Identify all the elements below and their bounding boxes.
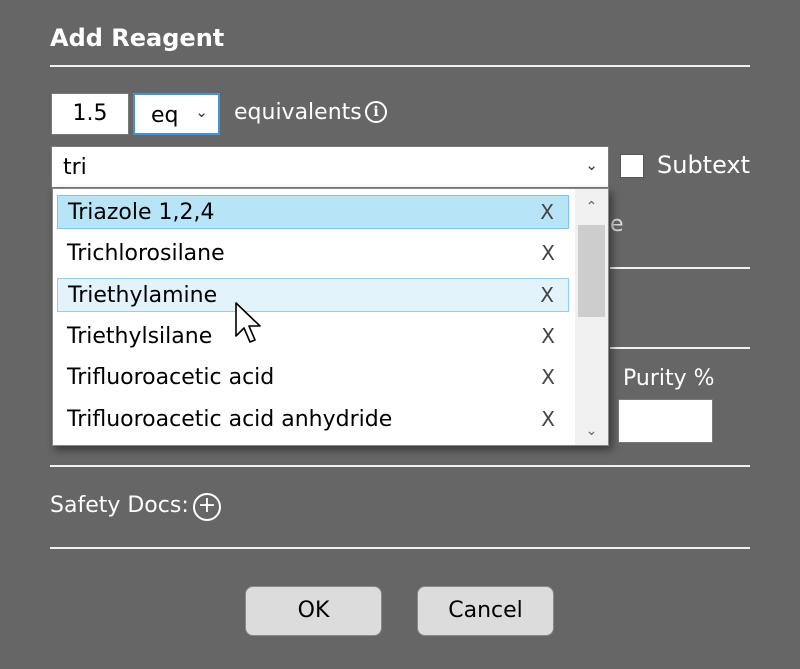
reagent-dropdown-list[interactable]: Triazole 1,2,4 X Trichlorosilane X Triet… xyxy=(52,188,609,446)
chevron-down-icon[interactable]: ⌄ xyxy=(585,156,598,174)
close-icon[interactable]: X xyxy=(540,283,554,307)
equivalents-label: equivalents xyxy=(234,100,362,125)
mouse-cursor-icon xyxy=(235,302,261,343)
equivalents-input[interactable]: 1.5 xyxy=(51,93,129,135)
purity-input[interactable] xyxy=(618,399,713,443)
info-icon[interactable]: i xyxy=(365,101,387,123)
chevron-down-icon[interactable]: ⌄ xyxy=(575,423,608,439)
purity-label: Purity % xyxy=(623,366,715,391)
reagent-search-value: tri xyxy=(63,155,87,180)
close-icon[interactable]: X xyxy=(540,200,554,224)
ok-button[interactable]: OK xyxy=(245,586,382,636)
divider xyxy=(50,547,750,549)
obscured-text: e xyxy=(610,212,624,237)
dropdown-scrollbar[interactable]: ⌃ ⌄ xyxy=(575,189,608,445)
dropdown-option[interactable]: Trifluoroacetic acid anhydride X xyxy=(57,403,569,437)
unit-select[interactable]: eq ⌄ xyxy=(133,93,220,135)
divider xyxy=(610,347,750,349)
option-label: Triethylamine xyxy=(68,283,218,308)
chevron-down-icon: ⌄ xyxy=(195,103,208,121)
close-icon[interactable]: X xyxy=(541,241,555,265)
option-label: Trifluoroacetic acid anhydride xyxy=(67,407,393,432)
option-label: Trifluoroacetic acid xyxy=(67,365,275,390)
divider xyxy=(610,267,750,269)
cancel-button[interactable]: Cancel xyxy=(417,586,554,636)
option-label: Triazole 1,2,4 xyxy=(68,200,215,225)
dropdown-option[interactable]: Triethylsilane X xyxy=(57,320,569,354)
option-label: Trichlorosilane xyxy=(67,241,225,266)
close-icon[interactable]: X xyxy=(541,324,555,348)
scroll-thumb[interactable] xyxy=(578,225,605,317)
unit-select-value: eq xyxy=(151,103,179,128)
dropdown-option[interactable]: Trichlorosilane X xyxy=(57,237,569,271)
safety-docs-label: Safety Docs: xyxy=(50,493,189,518)
subtext-label[interactable]: Subtext xyxy=(657,151,750,179)
close-icon[interactable]: X xyxy=(541,365,555,389)
reagent-search-combobox[interactable]: tri ⌄ xyxy=(51,146,609,188)
dropdown-option[interactable]: Triazole 1,2,4 X xyxy=(57,195,569,229)
chevron-up-icon[interactable]: ⌃ xyxy=(575,199,608,215)
close-icon[interactable]: X xyxy=(541,407,555,431)
option-label: Triethylsilane xyxy=(67,324,213,349)
dialog-title: Add Reagent xyxy=(50,24,225,52)
divider xyxy=(50,465,750,467)
plus-circle-icon[interactable]: + xyxy=(193,493,221,521)
divider xyxy=(50,65,750,67)
subtext-checkbox[interactable] xyxy=(620,154,644,178)
dropdown-option[interactable]: Triethylamine X xyxy=(57,278,569,312)
dropdown-option[interactable]: Trifluoroacetic acid X xyxy=(57,361,569,395)
